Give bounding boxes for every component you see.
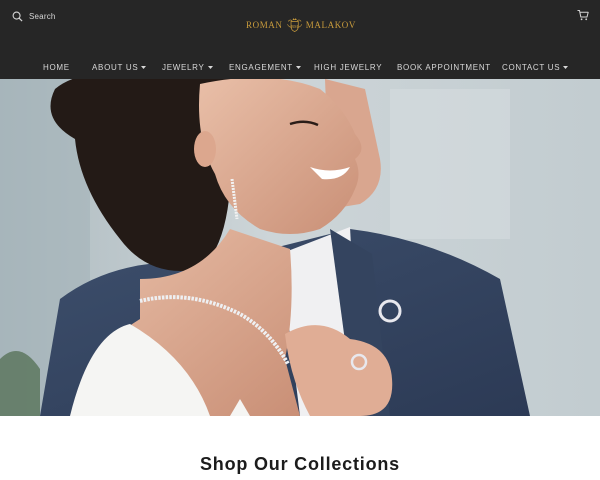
nav-item-label: HOME: [43, 62, 70, 72]
hero-banner[interactable]: [0, 79, 600, 416]
nav-item-contact-us[interactable]: CONTACT US: [502, 58, 569, 76]
nav-item-book-appointment[interactable]: BOOK APPOINTMENT: [397, 58, 491, 76]
caret-down-icon: [207, 65, 213, 69]
collections-section: Shop Our Collections: [0, 416, 600, 480]
nav-item-label: CONTACT US: [502, 62, 561, 72]
nav-item-label: JEWELRY: [162, 62, 205, 72]
collections-title: Shop Our Collections: [199, 454, 400, 474]
search-button[interactable]: Search: [12, 9, 56, 23]
nav-item-high-jewelry[interactable]: HIGH JEWELRY: [314, 58, 382, 76]
nav-item-engagement[interactable]: ENGAGEMENT: [229, 58, 301, 76]
nav-item-label: ABOUT US: [92, 62, 139, 72]
caret-down-icon: [295, 65, 301, 69]
nav-item-label: ENGAGEMENT: [229, 62, 293, 72]
nav-item-jewelry[interactable]: JEWELRY: [162, 58, 213, 76]
nav-item-label: BOOK APPOINTMENT: [397, 62, 491, 72]
main-nav: HOME ABOUT US JEWELRY ENGAGEMENT HIGH JE…: [0, 58, 600, 76]
brand-name-left: Roman: [246, 20, 283, 30]
cart-button[interactable]: [577, 9, 589, 21]
svg-text:RM: RM: [291, 24, 298, 29]
nav-item-about-us[interactable]: ABOUT US: [92, 58, 147, 76]
search-label: Search: [29, 11, 56, 21]
brand-name-right: Malakov: [305, 20, 356, 30]
crest-icon: RM: [286, 18, 302, 32]
nav-item-label: HIGH JEWELRY: [314, 62, 383, 72]
cart-icon: [577, 10, 589, 21]
search-icon: [12, 11, 23, 22]
nav-item-home[interactable]: HOME: [43, 58, 70, 76]
brand-logo[interactable]: Roman RM Malakov: [246, 13, 356, 37]
caret-down-icon: [563, 65, 569, 69]
hero-image: [0, 79, 600, 416]
caret-down-icon: [141, 65, 147, 69]
site-header: Search Roman RM Malakov HOME ABOUT US JE…: [0, 0, 600, 79]
